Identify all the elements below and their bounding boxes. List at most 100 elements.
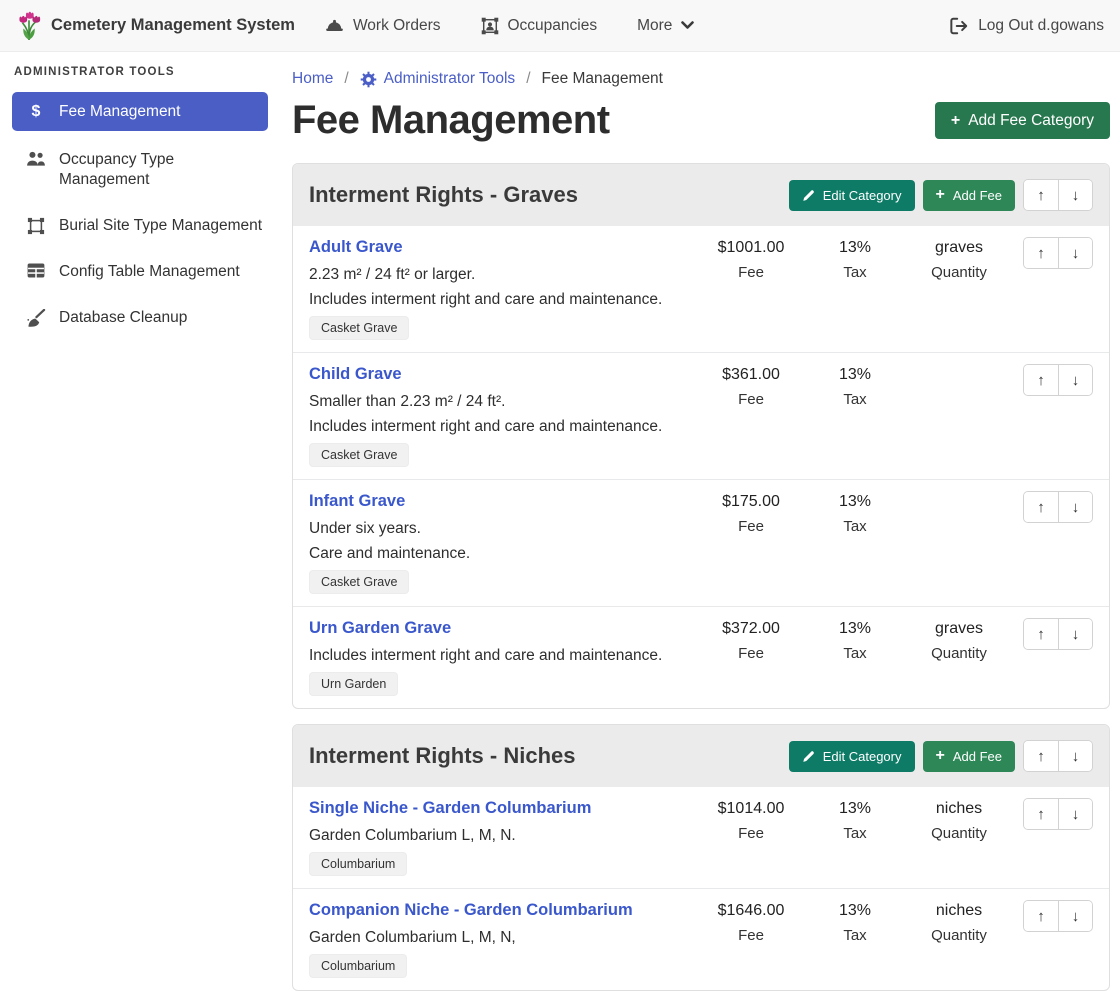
- fee-amount-label: Fee: [691, 518, 811, 535]
- fee-description-1: Garden Columbarium L, M, N,: [309, 928, 691, 947]
- fee-name-link[interactable]: Urn Garden Grave: [309, 618, 691, 639]
- breadcrumb-separator: /: [344, 70, 348, 88]
- fee-description-2: Care and maintenance.: [309, 544, 691, 563]
- add-fee-button[interactable]: + Add Fee: [923, 180, 1016, 211]
- fee-amount-column: $1001.00 Fee: [691, 237, 811, 281]
- sidebar-item-config-table-management[interactable]: Config Table Management: [0, 253, 280, 291]
- sidebar-item-burial-site-type-management[interactable]: Burial Site Type Management: [0, 207, 280, 245]
- add-fee-category-label: Add Fee Category: [968, 112, 1094, 130]
- move-fee-up-button[interactable]: ↑: [1024, 365, 1058, 395]
- sidebar-item-fee-management[interactable]: $ Fee Management: [12, 92, 268, 131]
- sign-out-icon: [949, 17, 969, 35]
- chevron-down-icon: [681, 21, 694, 30]
- move-fee-up-button[interactable]: ↑: [1024, 619, 1058, 649]
- quantity-column: graves Quantity: [899, 237, 1019, 281]
- fee-name-link[interactable]: Companion Niche - Garden Columbarium: [309, 900, 691, 921]
- fee-row: Companion Niche - Garden Columbarium Gar…: [293, 888, 1109, 990]
- fee-description-1: Garden Columbarium L, M, N.: [309, 826, 691, 845]
- move-fee-down-button[interactable]: ↓: [1058, 901, 1092, 931]
- fee-type-badge: Columbarium: [309, 954, 407, 978]
- breadcrumb-home-link[interactable]: Home: [292, 70, 333, 88]
- breadcrumb-admin-tools-link[interactable]: Administrator Tools: [360, 70, 516, 88]
- fee-row: Adult Grave 2.23 m² / 24 ft² or larger. …: [293, 226, 1109, 352]
- fee-description-2: Includes interment right and care and ma…: [309, 417, 691, 436]
- add-fee-label: Add Fee: [953, 188, 1002, 203]
- top-navbar: Cemetery Management System Work Orders: [0, 0, 1120, 52]
- move-fee-up-button[interactable]: ↑: [1024, 238, 1058, 268]
- fee-info: Infant Grave Under six years. Care and m…: [309, 491, 691, 594]
- nav-more-menu[interactable]: More: [637, 17, 694, 35]
- move-fee-down-button[interactable]: ↓: [1058, 365, 1092, 395]
- nav-occupancies[interactable]: Occupancies: [481, 17, 598, 35]
- tax-column: 13% Tax: [811, 900, 899, 944]
- fee-amount: $175.00: [691, 492, 811, 512]
- plus-icon: +: [936, 748, 945, 764]
- fee-description-1: Smaller than 2.23 m² / 24 ft².: [309, 392, 691, 411]
- tax-label: Tax: [811, 825, 899, 842]
- move-fee-down-button[interactable]: ↓: [1058, 238, 1092, 268]
- sidebar-item-occupancy-type-management[interactable]: Occupancy Type Management: [0, 141, 280, 199]
- fee-reorder-group: ↑ ↓: [1023, 618, 1093, 650]
- move-category-down-button[interactable]: ↓: [1058, 741, 1092, 771]
- nav-more-label: More: [637, 17, 672, 35]
- vector-square-icon: [26, 217, 46, 235]
- quantity-column: niches Quantity: [899, 798, 1019, 842]
- quantity-value: niches: [899, 901, 1019, 921]
- fee-name-link[interactable]: Infant Grave: [309, 491, 691, 512]
- edit-category-button[interactable]: Edit Category: [789, 180, 915, 211]
- page-title: Fee Management: [292, 98, 610, 143]
- fee-info: Single Niche - Garden Columbarium Garden…: [309, 798, 691, 876]
- tax-label: Tax: [811, 645, 899, 662]
- edit-category-button[interactable]: Edit Category: [789, 741, 915, 772]
- nav-work-orders[interactable]: Work Orders: [325, 17, 441, 35]
- move-fee-down-button[interactable]: ↓: [1058, 799, 1092, 829]
- add-fee-button[interactable]: + Add Fee: [923, 741, 1016, 772]
- logout-button[interactable]: Log Out d.gowans: [949, 17, 1104, 35]
- tax-column: 13% Tax: [811, 618, 899, 662]
- plus-icon: +: [951, 113, 960, 129]
- fee-amount-label: Fee: [691, 264, 811, 281]
- fee-reorder-group: ↑ ↓: [1023, 900, 1093, 932]
- fee-amount-column: $372.00 Fee: [691, 618, 811, 662]
- fee-name-link[interactable]: Child Grave: [309, 364, 691, 385]
- fee-description-1: 2.23 m² / 24 ft² or larger.: [309, 265, 691, 284]
- sidebar-item-database-cleanup[interactable]: Database Cleanup: [0, 299, 280, 337]
- fee-amount-label: Fee: [691, 825, 811, 842]
- sidebar-item-label: Database Cleanup: [59, 308, 187, 328]
- move-fee-up-button[interactable]: ↑: [1024, 799, 1058, 829]
- fee-reorder-group: ↑ ↓: [1023, 364, 1093, 396]
- fee-amount: $1014.00: [691, 799, 811, 819]
- move-fee-down-button[interactable]: ↓: [1058, 619, 1092, 649]
- fee-amount: $361.00: [691, 365, 811, 385]
- app-brand[interactable]: Cemetery Management System: [16, 10, 295, 42]
- move-category-up-button[interactable]: ↑: [1024, 741, 1058, 771]
- move-category-down-button[interactable]: ↓: [1058, 180, 1092, 210]
- broom-icon: [26, 309, 46, 327]
- fee-name-link[interactable]: Adult Grave: [309, 237, 691, 258]
- fee-type-badge: Casket Grave: [309, 316, 409, 340]
- tax-column: 13% Tax: [811, 364, 899, 408]
- move-fee-up-button[interactable]: ↑: [1024, 492, 1058, 522]
- fee-amount: $1646.00: [691, 901, 811, 921]
- tax-value: 13%: [811, 799, 899, 819]
- move-fee-up-button[interactable]: ↑: [1024, 901, 1058, 931]
- category-header: Interment Rights - Graves Edit Category …: [293, 164, 1109, 226]
- sidebar-item-label: Occupancy Type Management: [59, 150, 266, 190]
- fee-info: Adult Grave 2.23 m² / 24 ft² or larger. …: [309, 237, 691, 340]
- nav-links: Work Orders Occupancies More: [325, 17, 695, 35]
- fee-amount-column: $1646.00 Fee: [691, 900, 811, 944]
- move-category-up-button[interactable]: ↑: [1024, 180, 1058, 210]
- move-fee-down-button[interactable]: ↓: [1058, 492, 1092, 522]
- fee-name-link[interactable]: Single Niche - Garden Columbarium: [309, 798, 691, 819]
- add-fee-category-button[interactable]: + Add Fee Category: [935, 102, 1110, 139]
- quantity-value: graves: [899, 619, 1019, 639]
- fee-reorder-group: ↑ ↓: [1023, 237, 1093, 269]
- quantity-label: Quantity: [899, 927, 1019, 944]
- users-icon: [26, 151, 46, 167]
- tax-value: 13%: [811, 365, 899, 385]
- pencil-icon: [802, 189, 815, 202]
- sidebar-item-label: Burial Site Type Management: [59, 216, 262, 236]
- tax-label: Tax: [811, 264, 899, 281]
- fee-amount-label: Fee: [691, 645, 811, 662]
- tax-column: 13% Tax: [811, 798, 899, 842]
